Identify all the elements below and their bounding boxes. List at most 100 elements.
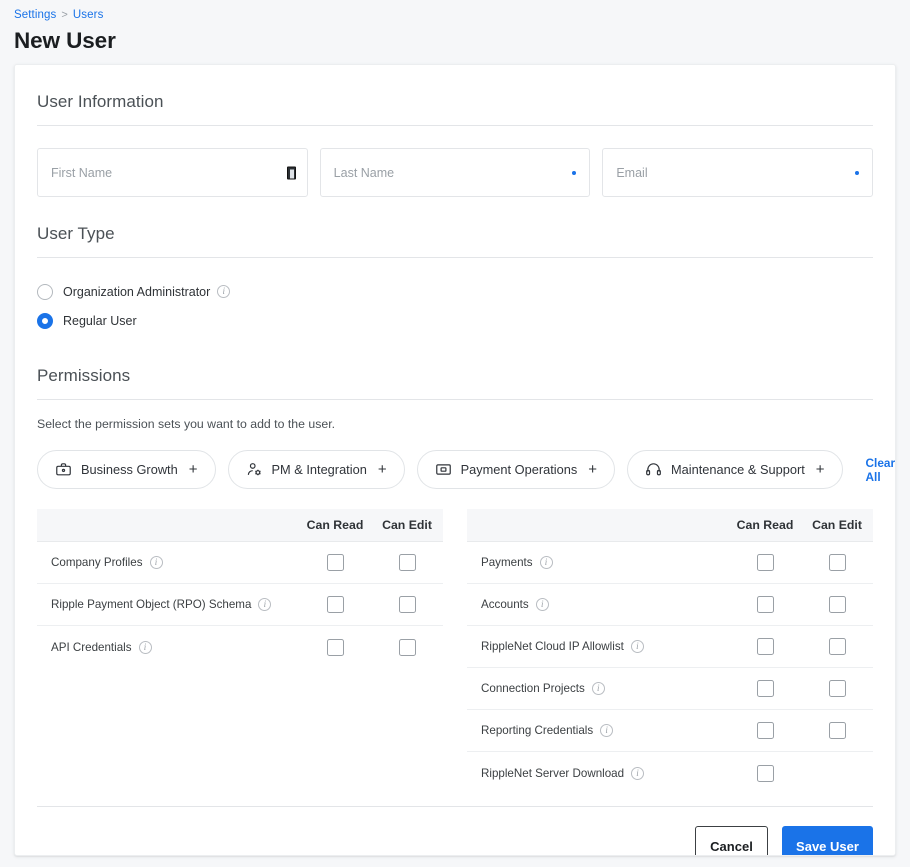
new-user-page: Settings > Users New User User Information (0, 0, 910, 867)
chip-add-icon[interactable]: + (588, 462, 597, 477)
info-icon[interactable]: i (258, 598, 272, 611)
last-name-field[interactable] (319, 148, 591, 197)
radio-button-selected-icon[interactable] (37, 312, 53, 329)
can-read-checkbox[interactable] (756, 722, 774, 739)
first-name-input[interactable] (38, 149, 307, 196)
new-user-card: User Information User Type (14, 64, 896, 856)
table-header-can-edit: Can Edit (812, 518, 862, 532)
can-edit-checkbox[interactable] (828, 554, 846, 571)
breadcrumb-users[interactable]: Users (73, 9, 104, 21)
radio-label-organization-administrator: Organization Administrator (63, 284, 211, 299)
chip-label: PM & Integration (271, 462, 367, 477)
chip-label: Business Growth (81, 462, 178, 477)
radio-organization-administrator[interactable]: Organization Administrator i (37, 277, 873, 306)
info-icon[interactable]: i (591, 682, 605, 695)
can-edit-checkbox[interactable] (398, 638, 416, 656)
can-read-checkbox[interactable] (756, 596, 774, 613)
permission-name: Payments i (467, 556, 729, 569)
permissions-tables: Can Read Can Edit Company Profiles i Rip… (37, 489, 873, 794)
permission-name: RippleNet Server Download i (467, 766, 729, 780)
can-read-checkbox[interactable] (756, 680, 774, 697)
banknote-icon (435, 461, 452, 478)
info-icon[interactable]: i (631, 766, 645, 780)
info-icon[interactable]: i (217, 285, 231, 298)
can-edit-checkbox[interactable] (398, 596, 416, 613)
permission-label: Ripple Payment Object (RPO) Schema (51, 598, 252, 611)
can-read-cell (729, 764, 801, 782)
first-name-field[interactable] (37, 148, 308, 197)
save-user-button[interactable]: Save User (782, 826, 873, 855)
can-read-cell (729, 596, 801, 613)
chip-add-icon[interactable]: + (378, 462, 387, 477)
can-read-cell (729, 554, 801, 571)
table-header-can-edit: Can Edit (382, 518, 432, 532)
chip-pm-integration[interactable]: PM & Integration + (227, 450, 405, 489)
required-dot-icon (855, 170, 860, 175)
radio-regular-user[interactable]: Regular User (37, 306, 873, 335)
permission-label: Connection Projects (481, 682, 585, 695)
permission-name: Company Profiles i (37, 556, 299, 569)
can-edit-checkbox[interactable] (828, 596, 846, 613)
can-read-checkbox[interactable] (326, 638, 344, 656)
can-read-checkbox[interactable] (326, 596, 344, 613)
can-edit-checkbox[interactable] (828, 638, 846, 655)
page-title: New User (14, 28, 116, 53)
info-icon[interactable]: i (138, 640, 152, 654)
permission-label: Payments (481, 556, 533, 569)
cancel-button[interactable]: Cancel (695, 826, 768, 855)
can-read-checkbox[interactable] (756, 764, 774, 782)
permission-name: Ripple Payment Object (RPO) Schema i (37, 598, 299, 611)
can-edit-checkbox[interactable] (828, 680, 846, 697)
breadcrumb: Settings > Users (14, 9, 910, 21)
email-field[interactable] (602, 148, 874, 197)
permission-name: Connection Projects i (467, 682, 729, 695)
breadcrumb-settings[interactable]: Settings (14, 9, 56, 21)
info-icon[interactable]: i (539, 556, 553, 569)
chip-add-icon[interactable]: + (189, 462, 198, 477)
permission-label: RippleNet Cloud IP Allowlist (481, 640, 624, 653)
chip-add-icon[interactable]: + (816, 462, 825, 477)
can-read-checkbox[interactable] (756, 554, 774, 571)
text-cursor-icon (286, 166, 296, 179)
person-gear-icon (246, 461, 263, 478)
permission-label: RippleNet Server Download (481, 766, 625, 780)
chip-business-growth[interactable]: Business Growth + (37, 450, 216, 489)
info-icon[interactable]: i (600, 724, 614, 737)
radio-button-unselected-icon[interactable] (37, 283, 53, 300)
can-edit-checkbox[interactable] (398, 554, 416, 571)
can-read-cell (299, 638, 371, 656)
can-edit-cell (371, 596, 443, 613)
chip-label: Maintenance & Support (671, 462, 805, 477)
chip-payment-operations[interactable]: Payment Operations + (416, 450, 616, 489)
permission-set-chips: Business Growth + PM & Integration + Pay… (37, 431, 895, 489)
table-header-row: Can Read Can Edit (467, 509, 873, 542)
table-row: Company Profiles i (37, 542, 443, 584)
can-read-cell (299, 554, 371, 571)
table-header-row: Can Read Can Edit (37, 509, 443, 542)
info-icon[interactable]: i (630, 640, 644, 653)
user-type-options: Organization Administrator i Regular Use… (37, 258, 873, 339)
can-edit-checkbox[interactable] (828, 722, 846, 739)
table-header-can-read: Can Read (736, 518, 794, 532)
clear-all-link[interactable]: Clear All (866, 456, 895, 484)
table-row: Accounts i (467, 584, 873, 626)
info-icon[interactable]: i (535, 598, 549, 611)
last-name-input[interactable] (320, 149, 590, 196)
chip-maintenance-support[interactable]: Maintenance & Support + (627, 450, 843, 489)
can-read-checkbox[interactable] (756, 638, 774, 655)
required-dot-icon (572, 170, 577, 175)
can-edit-cell (801, 596, 873, 613)
table-row: Reporting Credentials i (467, 710, 873, 752)
user-type-heading: User Type (37, 224, 115, 243)
can-read-checkbox[interactable] (326, 554, 344, 571)
permission-label: API Credentials (51, 640, 132, 654)
permission-name: API Credentials i (37, 640, 299, 654)
permission-name: Reporting Credentials i (467, 724, 729, 737)
chip-label: Payment Operations (460, 462, 578, 477)
can-read-cell (729, 680, 801, 697)
permissions-heading: Permissions (37, 366, 131, 385)
permission-name: Accounts i (467, 598, 729, 611)
email-input[interactable] (603, 149, 873, 196)
can-edit-cell (801, 554, 873, 571)
info-icon[interactable]: i (149, 556, 163, 569)
